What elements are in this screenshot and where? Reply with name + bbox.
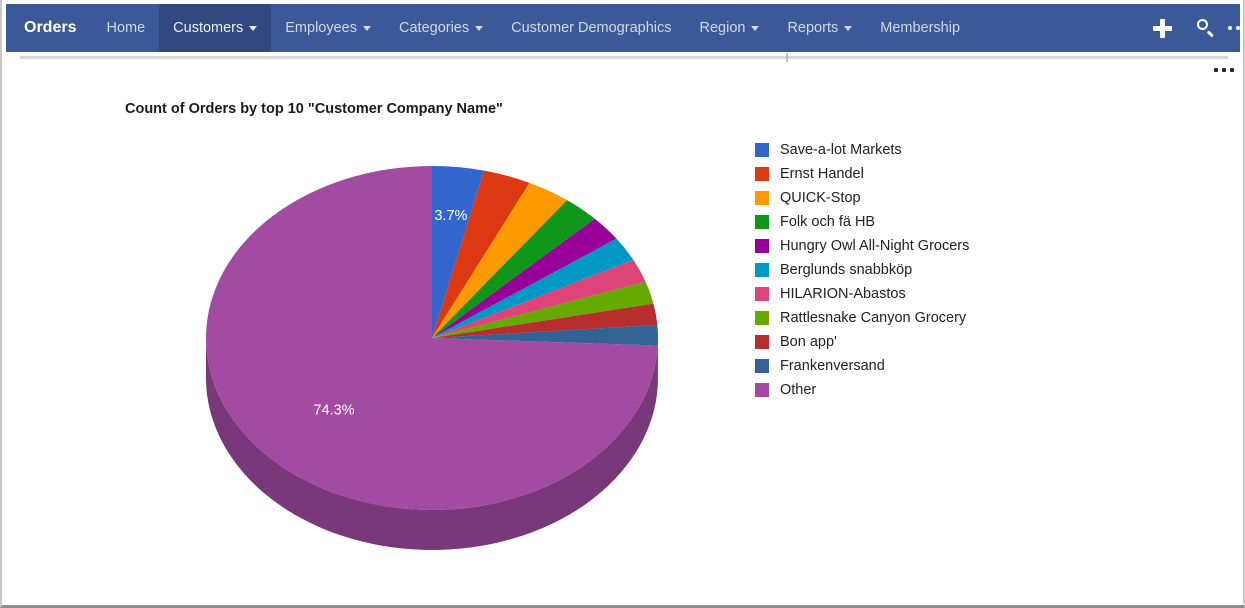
nav-item-reports[interactable]: Reports [773, 4, 866, 52]
legend-swatch [755, 167, 769, 181]
legend-label: Other [780, 381, 817, 398]
nav-item-label: Customers [173, 20, 244, 36]
legend-item[interactable]: Other [755, 378, 969, 402]
nav-item-label: Categories [399, 20, 470, 36]
nav-item-categories[interactable]: Categories [385, 4, 497, 52]
nav-item-label: Region [699, 20, 746, 36]
chevron-down-icon [475, 25, 484, 31]
legend-label: Folk och fä HB [780, 213, 876, 230]
legend-swatch [755, 359, 769, 373]
legend-item[interactable]: HILARION-Abastos [755, 282, 969, 306]
pie-chart[interactable]: 3.7% 74.3% [20, 70, 740, 590]
chart-panel: Count of Orders by top 10 "Customer Comp… [20, 70, 1228, 600]
legend-item[interactable]: Folk och fä HB [755, 210, 969, 234]
search-icon [1197, 19, 1215, 37]
legend-swatch [755, 335, 769, 349]
legend-item[interactable]: Ernst Handel [755, 162, 969, 186]
nav-item-region[interactable]: Region [686, 4, 774, 52]
pie-slice-label: 74.3% [313, 402, 354, 418]
pie-slice-label: 3.7% [434, 208, 467, 224]
legend-label: Hungry Owl All-Night Grocers [780, 237, 970, 254]
legend-item[interactable]: QUICK-Stop [755, 186, 969, 210]
legend-swatch [755, 191, 769, 205]
nav-item-label: Membership [880, 20, 961, 36]
nav-item-customers[interactable]: Customers [159, 4, 272, 52]
nav-item-label: Employees [285, 20, 357, 36]
nav-item-label: Reports [787, 20, 839, 36]
legend-item[interactable]: Save-a-lot Markets [755, 138, 969, 162]
legend-item[interactable]: Hungry Owl All-Night Grocers [755, 234, 969, 258]
add-button[interactable] [1140, 4, 1184, 52]
legend-swatch [755, 287, 769, 301]
toolbar-divider-tick [786, 53, 788, 62]
top-navbar: Orders Home Customers Employees Categori… [6, 4, 1240, 52]
search-button[interactable] [1184, 4, 1228, 52]
nav-item-customer-demographics[interactable]: Customer Demographics [497, 4, 685, 52]
navbar-overflow-button[interactable] [1228, 4, 1240, 52]
app-window: Orders Home Customers Employees Categori… [0, 0, 1245, 608]
chevron-down-icon [249, 25, 258, 31]
nav-item-label: Home [106, 20, 146, 36]
nav-item-label: Customer Demographics [511, 20, 672, 36]
nav-item-home[interactable]: Home [92, 4, 159, 52]
nav-item-membership[interactable]: Membership [866, 4, 974, 52]
legend-swatch [755, 383, 769, 397]
legend-item[interactable]: Rattlesnake Canyon Grocery [755, 306, 969, 330]
legend-label: HILARION-Abastos [780, 285, 906, 302]
legend-label: QUICK-Stop [780, 189, 861, 206]
pie-slices[interactable] [205, 166, 658, 510]
nav-item-employees[interactable]: Employees [271, 4, 385, 52]
legend-swatch [755, 311, 769, 325]
legend-swatch [755, 239, 769, 253]
navbar-spacer [974, 4, 1140, 52]
legend-label: Rattlesnake Canyon Grocery [780, 309, 967, 326]
pie-chart-svg[interactable]: 3.7% 74.3% [20, 70, 740, 590]
legend-item[interactable]: Berglunds snabbköp [755, 258, 969, 282]
legend-item[interactable]: Frankenversand [755, 354, 969, 378]
chevron-down-icon [751, 25, 760, 31]
chart-legend: Save-a-lot Markets Ernst Handel QUICK-Stop… [755, 138, 969, 402]
legend-label: Ernst Handel [780, 165, 864, 182]
legend-swatch [755, 215, 769, 229]
legend-swatch [755, 263, 769, 277]
toolbar-divider [20, 56, 1228, 59]
legend-label: Save-a-lot Markets [780, 141, 902, 158]
chevron-down-icon [844, 25, 853, 31]
brand-title: Orders [24, 19, 77, 36]
plus-icon [1152, 18, 1172, 38]
legend-label: Bon app' [780, 333, 837, 350]
legend-item[interactable]: Bon app' [755, 330, 969, 354]
chevron-down-icon [363, 25, 371, 31]
more-horizontal-icon [1228, 26, 1240, 30]
legend-label: Berglunds snabbköp [780, 261, 913, 278]
legend-label: Frankenversand [780, 357, 885, 374]
legend-swatch [755, 143, 769, 157]
